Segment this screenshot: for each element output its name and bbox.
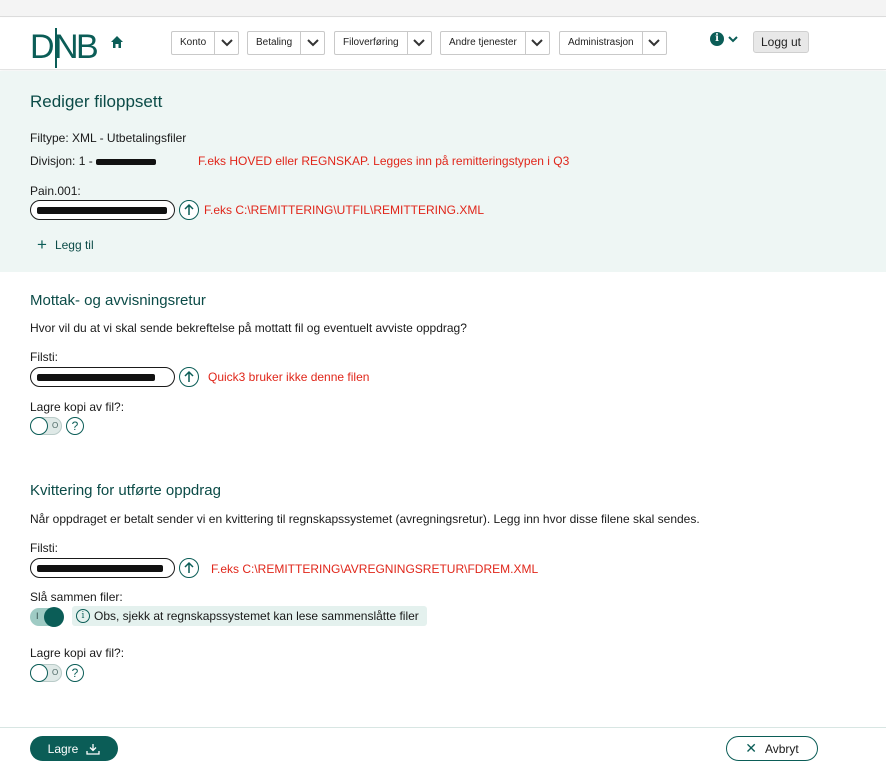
- filetype-label: Filtype:: [30, 131, 69, 145]
- chevron-down-icon[interactable]: [641, 32, 666, 54]
- info-icon: i: [710, 32, 724, 46]
- page-title: Rediger filoppsett: [30, 92, 163, 111]
- toggle-knob: [44, 607, 64, 627]
- upload-arrow-icon[interactable]: [179, 200, 199, 220]
- nav-konto[interactable]: Konto: [171, 31, 240, 55]
- receipt-section-title: Mottak- og avvisningsretur: [30, 292, 206, 309]
- upload-arrow-icon[interactable]: [179, 367, 199, 387]
- redacted-path: [37, 374, 155, 381]
- nav-betaling[interactable]: Betaling: [247, 31, 326, 55]
- chevron-down-icon[interactable]: [524, 32, 549, 54]
- pain-label: Pain.001:: [30, 184, 81, 198]
- redacted-division-name: [96, 158, 157, 165]
- dnb-logo[interactable]: D N B: [30, 24, 100, 68]
- chevron-down-icon: [728, 35, 738, 42]
- browser-top-strip: [0, 0, 886, 17]
- nav-administrasjon[interactable]: Administrasjon: [559, 31, 667, 55]
- nav-andre-tjenester-label: Andre tjenester: [449, 37, 517, 48]
- info-icon: i: [76, 609, 90, 623]
- toggle-on-mark: I: [36, 611, 39, 621]
- executed-copy-label: Lagre kopi av fil?:: [30, 646, 125, 660]
- save-button[interactable]: Lagre: [30, 736, 118, 761]
- executed-description: Når oppdraget er betalt sender vi en kvi…: [30, 512, 700, 526]
- executed-copy-toggle[interactable]: O: [30, 664, 62, 682]
- pain-path-field[interactable]: [30, 200, 175, 220]
- division-annotation: F.eks HOVED eller REGNSKAP. Legges inn p…: [198, 154, 570, 168]
- toggle-knob: [30, 417, 48, 435]
- nav-filoverforing-label: Filoverføring: [343, 37, 399, 48]
- division-value: 1 -: [78, 154, 93, 168]
- svg-text:N: N: [54, 28, 78, 66]
- redacted-path: [37, 207, 167, 214]
- executed-path-label: Filsti:: [30, 541, 58, 555]
- receipt-path-field[interactable]: [30, 367, 175, 387]
- svg-text:B: B: [76, 28, 99, 66]
- top-header: D N B Konto Betaling Filoverføring Andre…: [0, 18, 886, 70]
- division-row: Divisjon: 1 -: [30, 154, 157, 168]
- executed-annotation: F.eks C:\REMITTERING\AVREGNINGSRETUR\FDR…: [211, 562, 539, 576]
- footer-bar: Lagre ✕ Avbryt: [0, 727, 886, 769]
- close-icon: ✕: [745, 740, 757, 756]
- receipt-question: Hvor vil du at vi skal sende bekreftelse…: [30, 321, 467, 335]
- receipt-path-label: Filsti:: [30, 350, 58, 364]
- nav-betaling-label: Betaling: [256, 37, 293, 48]
- svg-text:D: D: [30, 28, 54, 66]
- filetype-value: XML - Utbetalingsfiler: [72, 131, 187, 145]
- merge-notice: i Obs, sjekk at regnskapssystemet kan le…: [72, 606, 427, 626]
- cancel-label: Avbryt: [764, 741, 799, 756]
- add-button[interactable]: + Legg til: [37, 235, 94, 254]
- chevron-down-icon[interactable]: [214, 32, 238, 54]
- executed-section-title: Kvittering for utførte oppdrag: [30, 482, 221, 499]
- info-menu-button[interactable]: i: [710, 30, 744, 48]
- chevron-down-icon[interactable]: [300, 32, 324, 54]
- toggle-knob: [30, 664, 48, 682]
- merge-notice-text: Obs, sjekk at regnskapssystemet kan lese…: [94, 609, 419, 623]
- nav-filoverforing[interactable]: Filoverføring: [334, 31, 432, 55]
- plus-icon: +: [37, 235, 47, 254]
- nav-administrasjon-label: Administrasjon: [568, 37, 634, 48]
- toggle-off-mark: O: [52, 421, 59, 430]
- merge-label: Slå sammen filer:: [30, 590, 123, 604]
- help-icon[interactable]: ?: [66, 664, 84, 682]
- receipt-copy-toggle[interactable]: O: [30, 417, 62, 435]
- division-label: Divisjon:: [30, 154, 76, 168]
- help-icon[interactable]: ?: [66, 417, 84, 435]
- receipt-annotation: Quick3 bruker ikke denne filen: [208, 370, 370, 384]
- pain-annotation: F.eks C:\REMITTERING\UTFIL\REMITTERING.X…: [204, 203, 485, 217]
- receipt-copy-label: Lagre kopi av fil?:: [30, 400, 125, 414]
- cancel-button[interactable]: ✕ Avbryt: [726, 736, 818, 761]
- home-icon[interactable]: [110, 35, 124, 49]
- filetype-row: Filtype: XML - Utbetalingsfiler: [30, 131, 186, 145]
- chevron-down-icon[interactable]: [406, 32, 431, 54]
- executed-path-field[interactable]: [30, 558, 175, 578]
- nav-andre-tjenester[interactable]: Andre tjenester: [440, 31, 550, 55]
- redacted-path: [37, 565, 163, 572]
- save-label: Lagre: [47, 741, 79, 756]
- nav-konto-label: Konto: [180, 37, 207, 48]
- upload-arrow-icon[interactable]: [179, 558, 199, 578]
- add-label: Legg til: [54, 238, 94, 252]
- merge-toggle[interactable]: I: [30, 607, 64, 627]
- save-icon: [86, 743, 100, 755]
- logout-button[interactable]: Logg ut: [753, 31, 809, 53]
- toggle-off-mark: O: [52, 668, 59, 677]
